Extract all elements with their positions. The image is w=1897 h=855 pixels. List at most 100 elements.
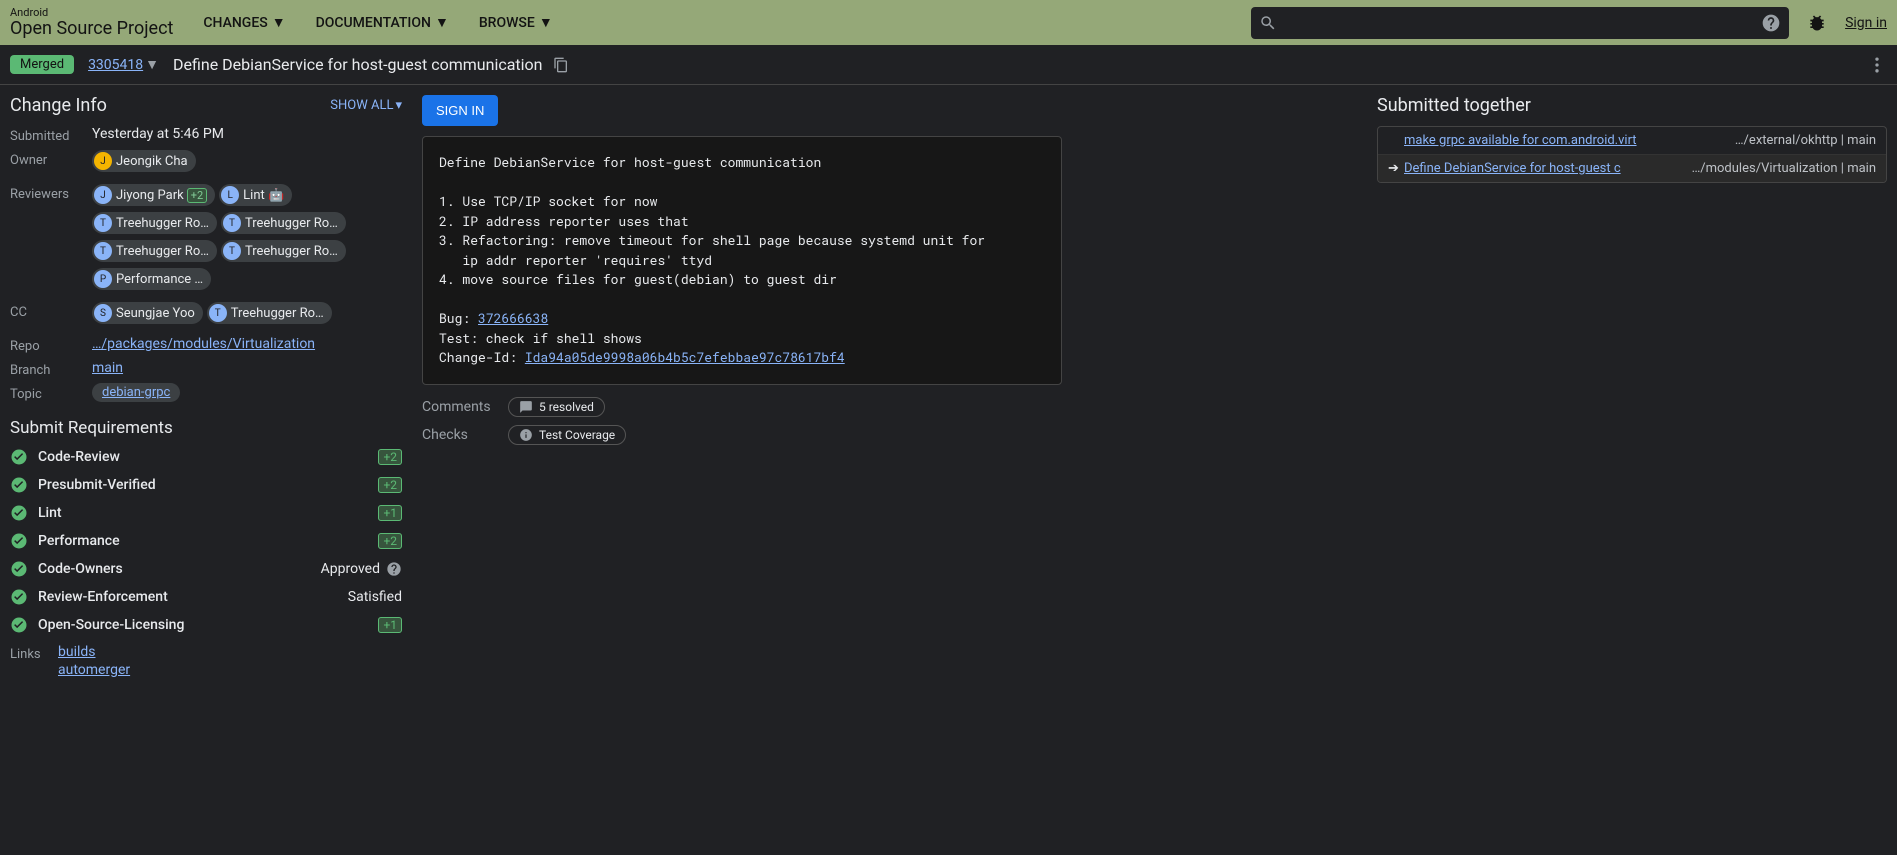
- bug-icon[interactable]: [1807, 13, 1827, 33]
- requirement-row: Code-OwnersApproved: [10, 560, 402, 578]
- related-change-path: …/modules/Virtualization | main: [1692, 161, 1876, 176]
- info-icon: [519, 428, 533, 442]
- reviewer-chip[interactable]: TTreehugger Ro…: [221, 212, 346, 234]
- bug-link[interactable]: 372666638: [478, 309, 548, 327]
- content-area: Change Info SHOW ALL ▾ SubmittedYesterda…: [0, 85, 1897, 694]
- repo-label: Repo: [10, 336, 92, 354]
- repo-link[interactable]: …/packages/modules/Virtualization: [92, 336, 315, 352]
- kebab-menu-icon[interactable]: [1867, 55, 1887, 75]
- link-automerger[interactable]: automerger: [58, 662, 402, 678]
- chevron-down-icon: ▼: [435, 14, 449, 31]
- top-actions: Sign in: [1807, 13, 1887, 33]
- reviewer-name: Treehugger Ro…: [116, 244, 209, 259]
- check-circle-icon: [10, 504, 28, 522]
- sidebar-left: Change Info SHOW ALL ▾ SubmittedYesterda…: [10, 95, 402, 684]
- cc-label: CC: [10, 302, 92, 320]
- requirement-row: Performance+2: [10, 532, 402, 550]
- main-column: SIGN IN Define DebianService for host-gu…: [422, 95, 1062, 684]
- reviewer-chip[interactable]: P Performance …: [92, 268, 211, 290]
- nav-browse[interactable]: BROWSE▼: [479, 14, 553, 31]
- vote-badge: +2: [378, 477, 402, 493]
- related-change-title[interactable]: make grpc available for com.android.virt: [1404, 133, 1725, 148]
- chevron-down-icon: ▾: [395, 98, 402, 113]
- change-id-link[interactable]: Ida94a05de9998a06b4b5c7efebbae97c78617bf…: [525, 348, 845, 366]
- avatar-icon: P: [94, 270, 112, 288]
- links-label: Links: [10, 644, 58, 662]
- comments-resolved-pill[interactable]: 5 resolved: [508, 397, 605, 417]
- reviewer-name: Treehugger Ro…: [245, 244, 338, 259]
- avatar-icon: T: [94, 214, 112, 232]
- avatar-icon: S: [94, 304, 112, 322]
- reviewer-chip[interactable]: T Treehugger Ro…: [92, 212, 217, 234]
- change-info-heading: Change Info: [10, 95, 107, 116]
- signin-button[interactable]: SIGN IN: [422, 95, 498, 126]
- search-box[interactable]: [1251, 7, 1789, 39]
- comment-icon: [519, 400, 533, 414]
- checks-label: Checks: [422, 427, 508, 443]
- chevron-down-icon: ▼: [272, 14, 286, 31]
- reviewer-name: Treehugger Ro…: [116, 216, 209, 231]
- reviewer-name: Treehugger Ro…: [245, 216, 338, 231]
- help-icon[interactable]: [386, 561, 402, 577]
- avatar-icon: T: [209, 304, 227, 322]
- avatar-icon: L: [221, 186, 239, 204]
- status-badge: Merged: [10, 55, 74, 74]
- requirement-label: Performance: [38, 533, 378, 549]
- reviewers-label: Reviewers: [10, 184, 92, 202]
- related-change-title[interactable]: Define DebianService for host-guest c: [1404, 161, 1682, 176]
- chevron-down-icon[interactable]: ▼: [145, 56, 159, 73]
- reviewer-chip[interactable]: L Lint 🤖: [219, 184, 292, 206]
- avatar-icon: J: [94, 152, 112, 170]
- logo[interactable]: Android Open Source Project: [10, 7, 173, 39]
- vote-badge: +2: [378, 449, 402, 465]
- nav-changes[interactable]: CHANGES▼: [203, 14, 285, 31]
- check-circle-icon: [10, 588, 28, 606]
- commit-message: Define DebianService for host-guest comm…: [422, 136, 1062, 385]
- requirement-value: Approved: [321, 561, 402, 577]
- help-icon[interactable]: [1761, 13, 1781, 33]
- branch-label: Branch: [10, 360, 92, 378]
- search-input[interactable]: [1283, 15, 1761, 31]
- nav-documentation[interactable]: DOCUMENTATION▼: [316, 14, 449, 31]
- copy-icon[interactable]: [553, 57, 569, 73]
- requirement-row: Presubmit-Verified+2: [10, 476, 402, 494]
- reviewer-chip[interactable]: TTreehugger Ro…: [92, 240, 217, 262]
- related-change-item-current[interactable]: ➔ Define DebianService for host-guest c …: [1378, 155, 1886, 182]
- vote-badge: +1: [378, 617, 402, 633]
- requirement-row: Open-Source-Licensing+1: [10, 616, 402, 634]
- requirement-row: Lint+1: [10, 504, 402, 522]
- show-all-button[interactable]: SHOW ALL ▾: [330, 98, 402, 113]
- check-circle-icon: [10, 560, 28, 578]
- cc-chip[interactable]: T Treehugger Ro…: [207, 302, 332, 324]
- avatar-icon: T: [223, 242, 241, 260]
- cc-chip[interactable]: SSeungjae Yoo: [92, 302, 203, 324]
- reviewer-name: Lint 🤖: [243, 188, 284, 203]
- reviewer-chip[interactable]: JJiyong Park+2: [92, 184, 215, 206]
- branch-link[interactable]: main: [92, 360, 123, 376]
- requirement-label: Open-Source-Licensing: [38, 617, 378, 633]
- check-circle-icon: [10, 448, 28, 466]
- vote-badge: +2: [187, 188, 207, 203]
- reviewer-name: Jiyong Park: [116, 188, 184, 203]
- comments-label: Comments: [422, 399, 508, 415]
- check-circle-icon: [10, 476, 28, 494]
- submitted-together-panel: Submitted together make grpc available f…: [1377, 95, 1887, 684]
- logo-line1: Android: [10, 7, 173, 19]
- owner-chip[interactable]: JJeongik Cha: [92, 150, 196, 172]
- reviewer-name: Performance …: [116, 272, 203, 287]
- current-arrow-icon: ➔: [1388, 161, 1404, 176]
- link-builds[interactable]: builds: [58, 644, 402, 660]
- cc-name: Treehugger Ro…: [231, 306, 324, 321]
- search-icon: [1259, 14, 1277, 32]
- change-number-link[interactable]: 3305418: [88, 57, 143, 73]
- related-changes-list: make grpc available for com.android.virt…: [1377, 126, 1887, 183]
- signin-link[interactable]: Sign in: [1845, 15, 1887, 31]
- topic-chip[interactable]: debian-grpc: [92, 383, 180, 402]
- reviewer-chip[interactable]: T Treehugger Ro…: [221, 240, 346, 262]
- related-change-item[interactable]: make grpc available for com.android.virt…: [1378, 127, 1886, 155]
- requirements-list: Code-Review+2Presubmit-Verified+2Lint+1P…: [10, 448, 402, 634]
- related-change-path: …/external/okhttp | main: [1735, 133, 1876, 148]
- checks-pill[interactable]: Test Coverage: [508, 425, 626, 445]
- requirement-label: Code-Owners: [38, 561, 321, 577]
- vote-badge: +2: [378, 533, 402, 549]
